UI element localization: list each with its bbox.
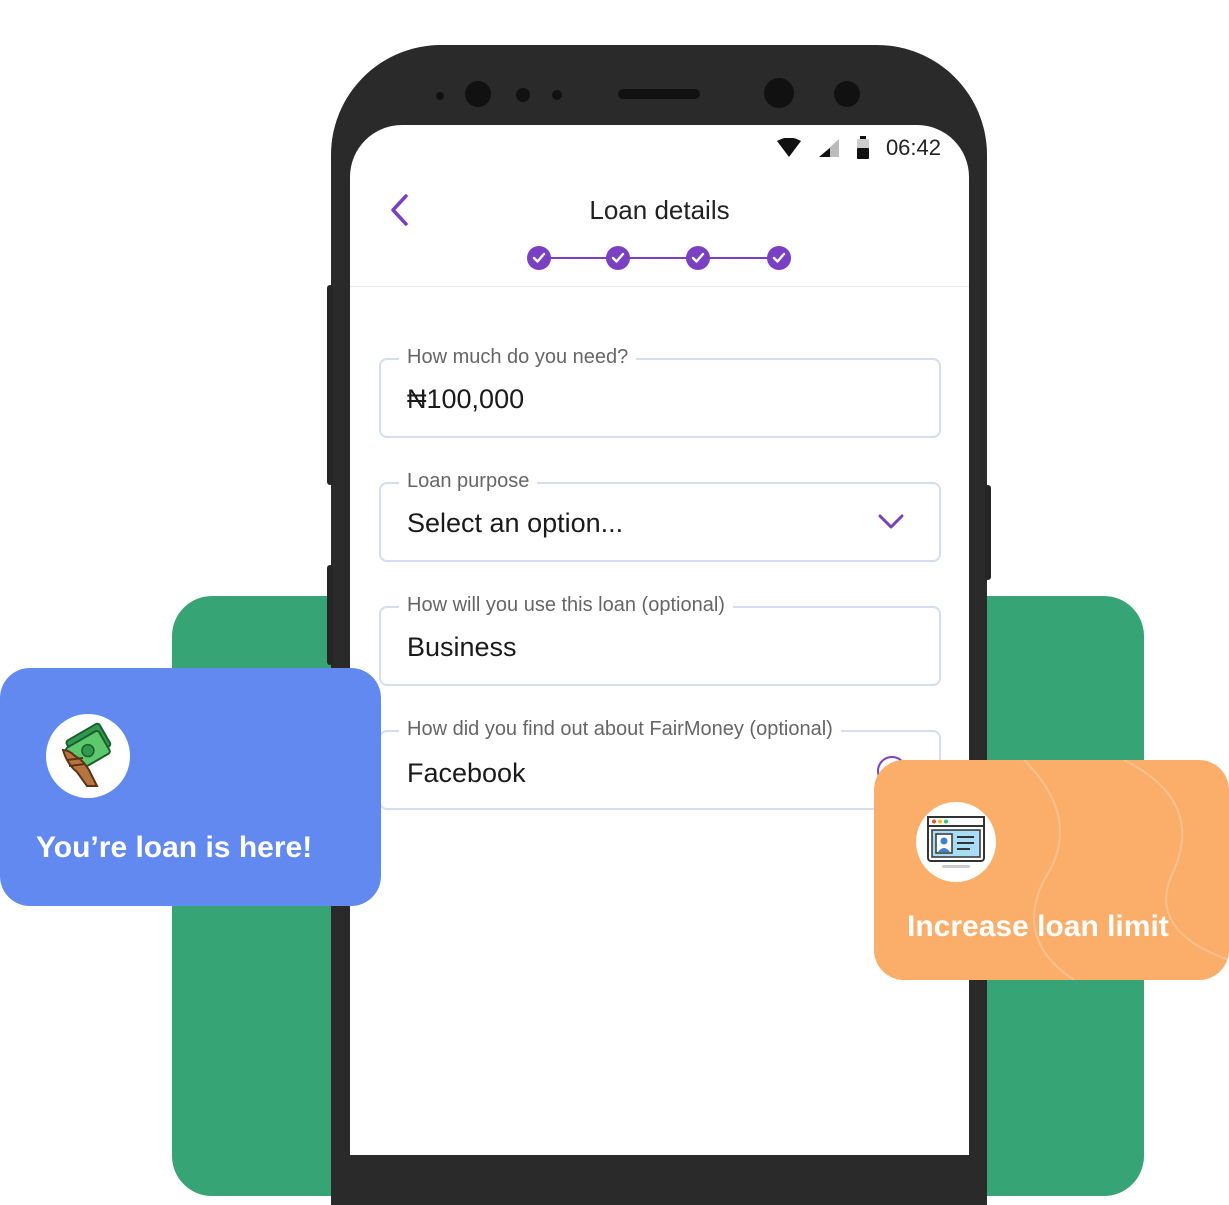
phone-screen: 06:42 Loan details How much do you need?… — [350, 125, 969, 1155]
status-bar: 06:42 — [776, 135, 941, 161]
sensor-dot — [436, 92, 444, 100]
battery-icon — [856, 136, 870, 160]
loan-usage-label: How will you use this loan (optional) — [399, 594, 733, 617]
progress-stepper — [525, 243, 795, 273]
power-button — [327, 565, 333, 665]
step-complete-icon — [527, 246, 551, 270]
volume-button — [327, 285, 333, 485]
front-camera-2 — [764, 78, 794, 108]
status-time: 06:42 — [885, 135, 941, 160]
increase-limit-text: Increase loan limit — [907, 910, 1169, 943]
money-hand-icon — [46, 714, 130, 798]
loan-usage-value: Business — [407, 632, 517, 662]
amount-label: How much do you need? — [399, 346, 637, 369]
amount-field[interactable]: How much do you need? ₦100,000 — [379, 346, 941, 438]
front-camera-3 — [834, 81, 860, 107]
referral-source-value: Facebook — [407, 758, 526, 788]
loan-usage-field[interactable]: How will you use this loan (optional) Bu… — [379, 594, 941, 686]
referral-source-label: How did you find out about FairMoney (op… — [399, 718, 841, 741]
sensor-dot — [552, 90, 562, 100]
loan-purpose-value: Select an option... — [407, 508, 624, 538]
header-divider — [350, 286, 969, 287]
loan-ready-card: You’re loan is here! — [0, 668, 381, 906]
id-card-icon — [916, 802, 996, 882]
page-title: Loan details — [589, 195, 730, 225]
loan-purpose-label: Loan purpose — [399, 470, 538, 493]
step-complete-icon — [686, 246, 710, 270]
loan-ready-text: You’re loan is here! — [36, 831, 313, 864]
referral-source-select[interactable]: How did you find out about FairMoney (op… — [379, 718, 941, 810]
side-button — [985, 485, 991, 580]
stepper-line — [537, 257, 783, 259]
phone-top-bezel — [331, 45, 987, 135]
earpiece-speaker — [618, 89, 700, 99]
signal-icon — [818, 138, 840, 158]
amount-value: ₦100,000 — [407, 384, 525, 414]
loan-purpose-select[interactable]: Loan purpose Select an option... — [379, 470, 941, 562]
step-complete-icon — [606, 246, 630, 270]
increase-limit-card: Increase loan limit — [874, 760, 1229, 980]
step-complete-icon — [767, 246, 791, 270]
chevron-down-icon[interactable] — [877, 513, 905, 536]
wifi-icon — [776, 138, 802, 158]
sensor-dot — [516, 88, 530, 102]
front-camera — [465, 81, 491, 107]
